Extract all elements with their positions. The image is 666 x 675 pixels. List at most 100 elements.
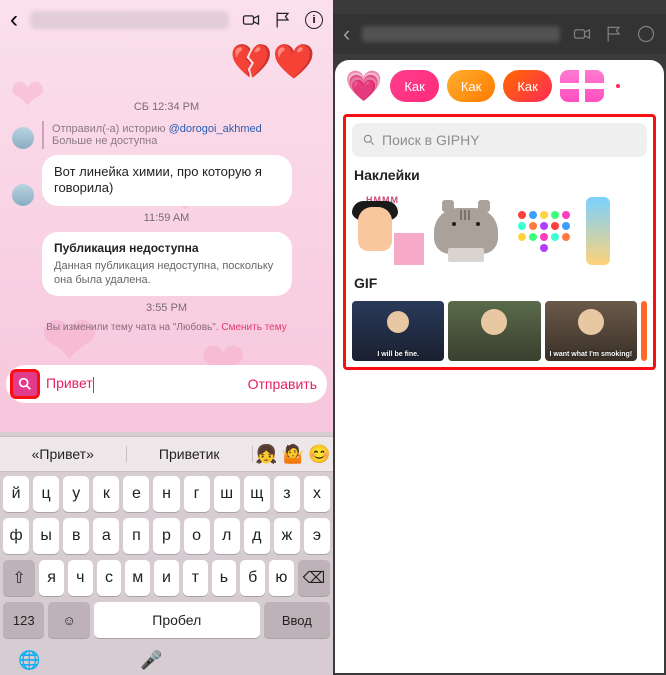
key-е[interactable]: е: [123, 476, 149, 512]
key-ф[interactable]: ф: [3, 518, 29, 554]
key-л[interactable]: л: [214, 518, 240, 554]
dot-icon: [616, 84, 620, 88]
dimmed-chat-header: ‹: [333, 14, 666, 54]
message-input-bar: Привет Отправить: [6, 365, 327, 403]
key-у[interactable]: у: [63, 476, 89, 512]
message-bubble[interactable]: Вот линейка химии, про которую я говорил…: [42, 155, 292, 206]
key-я[interactable]: я: [39, 560, 64, 596]
key-ч[interactable]: ч: [68, 560, 93, 596]
globe-key[interactable]: 🌐: [18, 650, 40, 671]
suggestion[interactable]: «Привет»: [0, 446, 127, 462]
key-х[interactable]: х: [304, 476, 330, 512]
timestamp: 3:55 PM: [12, 302, 321, 314]
info-icon[interactable]: [636, 24, 656, 44]
sticker-item[interactable]: [508, 197, 580, 265]
key-п[interactable]: п: [123, 518, 149, 554]
backspace-key[interactable]: ⌫: [298, 560, 330, 596]
key-с[interactable]: с: [97, 560, 122, 596]
chat-screen: ❤ ❤ ❤ ❤ ❤ ‹ i 💔 ❤️ СБ 12:34 PM Отправил(…: [0, 0, 333, 675]
sticker-item-partial[interactable]: [586, 197, 610, 265]
mention-link[interactable]: @dorogoi_akhmed: [169, 123, 262, 135]
enter-key[interactable]: Ввод: [264, 602, 330, 638]
message-row: Вот линейка химии, про которую я говорил…: [12, 155, 321, 206]
key-и[interactable]: и: [154, 560, 179, 596]
info-icon[interactable]: i: [305, 11, 323, 29]
key-а[interactable]: а: [93, 518, 119, 554]
suggestion[interactable]: Приветик: [127, 446, 254, 462]
sticker-row[interactable]: HMMM: [352, 193, 647, 265]
gif-item[interactable]: I want what I'm smoking!: [545, 301, 637, 361]
gif-item[interactable]: I will be fine.: [352, 301, 444, 361]
key-щ[interactable]: щ: [244, 476, 270, 512]
back-icon[interactable]: ‹: [10, 6, 18, 34]
mic-key[interactable]: 🎤: [140, 650, 162, 671]
key-ю[interactable]: ю: [269, 560, 294, 596]
sticker-item[interactable]: HMMM: [352, 197, 424, 265]
back-icon[interactable]: ‹: [343, 21, 350, 47]
key-й[interactable]: й: [3, 476, 29, 512]
gif-item[interactable]: [448, 301, 540, 361]
giphy-search-input[interactable]: Поиск в GIPHY: [352, 123, 647, 157]
giphy-panel-highlight: Поиск в GIPHY Наклейки HMMM GIF I will b…: [343, 114, 656, 370]
shift-key[interactable]: ⇧: [3, 560, 35, 596]
key-м[interactable]: м: [125, 560, 150, 596]
key-ш[interactable]: ш: [214, 476, 240, 512]
giphy-screen: ‹ 💗 Как Как Как Поиск в GIPHY Наклейки H…: [333, 0, 666, 675]
message-row: Отправил(-а) историю @dorogoi_akhmed Бол…: [12, 121, 321, 149]
word-pill[interactable]: Как: [390, 70, 439, 102]
sticker-item[interactable]: [430, 197, 502, 265]
word-pill[interactable]: Как: [503, 70, 552, 102]
gift-pill[interactable]: [560, 70, 604, 102]
avatar[interactable]: [12, 127, 34, 149]
word-pill[interactable]: Как: [447, 70, 496, 102]
heart-pill[interactable]: 💗: [345, 70, 382, 102]
message-input[interactable]: Привет: [46, 375, 242, 392]
search-icon: [17, 376, 33, 392]
timestamp: СБ 12:34 PM: [12, 101, 321, 113]
red-heart-icon: ❤️: [273, 42, 315, 82]
key-к[interactable]: к: [93, 476, 119, 512]
avatar[interactable]: [12, 184, 34, 206]
key-з[interactable]: з: [274, 476, 300, 512]
key-д[interactable]: д: [244, 518, 270, 554]
change-theme-link[interactable]: Сменить тему: [221, 322, 286, 333]
key-ь[interactable]: ь: [212, 560, 237, 596]
broken-heart-icon: 💔: [230, 42, 272, 82]
flag-icon[interactable]: [604, 24, 624, 44]
send-button[interactable]: Отправить: [248, 376, 317, 392]
emoji-key[interactable]: ☺: [48, 602, 89, 638]
story-reply-block[interactable]: Отправил(-а) историю @dorogoi_akhmed Бол…: [42, 121, 262, 149]
flag-icon[interactable]: [273, 10, 293, 30]
key-г[interactable]: г: [184, 476, 210, 512]
theme-change-notice: Вы изменили тему чата на "Любовь". Смени…: [12, 322, 321, 333]
key-ц[interactable]: ц: [33, 476, 59, 512]
chat-title-blurred[interactable]: [30, 11, 229, 29]
suggestion-bar: «Привет» Приветик 👧 🤷 😊: [0, 436, 333, 472]
key-р[interactable]: р: [153, 518, 179, 554]
reaction-hearts: 💔 ❤️: [230, 42, 315, 82]
status-bar: [333, 0, 666, 14]
numbers-key[interactable]: 123: [3, 602, 44, 638]
timestamp: 11:59 AM: [12, 212, 321, 224]
key-э[interactable]: э: [304, 518, 330, 554]
video-call-icon[interactable]: [572, 24, 592, 44]
message-row: Публикация недоступна Данная публикация …: [42, 232, 321, 297]
chat-title-blurred: [362, 26, 560, 42]
stickers-heading: Наклейки: [354, 167, 647, 183]
key-в[interactable]: в: [63, 518, 89, 554]
sticker-search-button[interactable]: [10, 369, 40, 399]
key-н[interactable]: н: [153, 476, 179, 512]
space-key[interactable]: Пробел: [94, 602, 260, 638]
key-ы[interactable]: ы: [33, 518, 59, 554]
animated-word-pills: 💗 Как Как Как: [343, 68, 656, 110]
gif-item-partial[interactable]: [641, 301, 647, 361]
key-о[interactable]: о: [184, 518, 210, 554]
key-т[interactable]: т: [183, 560, 208, 596]
gif-row[interactable]: I will be fine. I want what I'm smoking!: [352, 301, 647, 361]
key-б[interactable]: б: [240, 560, 265, 596]
key-ж[interactable]: ж: [274, 518, 300, 554]
gif-heading: GIF: [354, 275, 647, 291]
unavailable-post-bubble[interactable]: Публикация недоступна Данная публикация …: [42, 232, 292, 297]
video-call-icon[interactable]: [241, 10, 261, 30]
emoji-suggestions: 👧 🤷 😊: [253, 444, 333, 465]
